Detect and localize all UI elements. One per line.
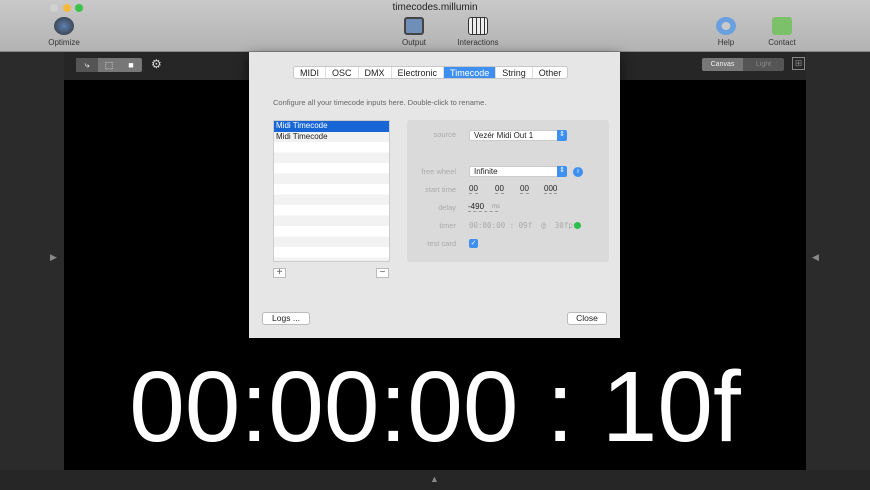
start-hours-field[interactable]: 00 — [469, 184, 478, 194]
tab-osc[interactable]: OSC — [326, 67, 359, 78]
testcard-label: test card — [427, 239, 456, 248]
output-button[interactable]: Output — [384, 17, 444, 47]
remove-input-button[interactable]: − — [376, 268, 389, 278]
tool-segment: ⤷ ⬚ ■ — [76, 58, 142, 72]
delay-label: delay — [438, 203, 456, 212]
timer-label: timer — [439, 221, 456, 230]
tab-midi[interactable]: MIDI — [294, 67, 326, 78]
tab-dmx[interactable]: DMX — [359, 67, 392, 78]
monitor-icon — [404, 17, 424, 35]
timecode-display: 00:00:00 : 10f — [129, 351, 741, 463]
help-button[interactable]: Help — [696, 17, 756, 47]
source-label: source — [433, 130, 456, 139]
expand-left-arrow-icon[interactable]: ▶ — [50, 252, 57, 263]
list-item[interactable]: Midi Timecode — [274, 132, 389, 143]
output-label: Output — [401, 38, 426, 47]
chat-icon — [772, 17, 792, 35]
interactions-button[interactable]: Interactions — [448, 17, 508, 47]
contact-label: Contact — [768, 38, 796, 47]
add-input-button[interactable]: + — [273, 268, 286, 278]
status-dot-icon — [574, 222, 581, 229]
bottom-bar: ▲ — [0, 470, 870, 490]
delay-unit: ms — [492, 204, 500, 210]
freewheel-select[interactable]: Infinite — [469, 166, 567, 177]
start-ms-field[interactable]: 000 — [544, 184, 558, 194]
tab-timecode[interactable]: Timecode — [444, 67, 497, 78]
tab-electronic[interactable]: Electronic — [392, 67, 445, 78]
description: Configure all your timecode inputs here.… — [273, 98, 487, 107]
lifebuoy-icon — [716, 17, 736, 35]
mask-tool-icon[interactable]: ■ — [120, 58, 142, 72]
start-minutes-field[interactable]: 00 — [495, 184, 504, 194]
contact-button[interactable]: Contact — [752, 17, 812, 47]
canvas-tab[interactable]: Canvas — [702, 58, 743, 71]
freewheel-label: free wheel — [421, 167, 456, 176]
canvas-light-toggle[interactable]: Canvas Light — [702, 58, 784, 71]
list-item[interactable]: Midi Timecode — [274, 121, 389, 132]
close-button[interactable]: Close — [567, 312, 607, 325]
help-label: Help — [717, 38, 735, 47]
tab-other[interactable]: Other — [533, 67, 568, 78]
right-panel: ◀ — [806, 52, 870, 470]
start-seconds-field[interactable]: 00 — [520, 184, 529, 194]
window-title: timecodes.millumin — [392, 2, 478, 13]
timecode-input-list[interactable]: Midi Timecode Midi Timecode — [273, 120, 390, 262]
optimize-label: Optimize — [48, 38, 80, 47]
source-select[interactable]: Vezér Midi Out 1 — [469, 130, 567, 141]
tab-string[interactable]: String — [496, 67, 533, 78]
logs-button[interactable]: Logs ... — [262, 312, 310, 325]
input-type-tabs: MIDI OSC DMX Electronic Timecode String … — [293, 66, 569, 79]
starttime-label: start time — [425, 185, 456, 194]
title-bar: timecodes.millumin Optimize Output Inter… — [0, 0, 870, 52]
expand-up-arrow-icon[interactable]: ▲ — [430, 474, 439, 484]
interactions-label: Interactions — [457, 38, 499, 47]
info-icon[interactable]: i — [573, 167, 583, 177]
optimize-button[interactable]: Optimize — [34, 17, 94, 47]
timer-value: 00:00:00 : 09f @ 30fps — [469, 221, 578, 230]
transform-tool-icon[interactable]: ⬚ — [98, 58, 120, 72]
left-panel: ▶ — [0, 52, 64, 470]
crop-tool-icon[interactable]: ⤷ — [76, 58, 98, 72]
expand-right-arrow-icon[interactable]: ◀ — [812, 252, 819, 263]
piano-icon — [468, 17, 488, 35]
settings-gear-icon[interactable]: ⚙ — [151, 57, 162, 71]
inputs-dialog: MIDI OSC DMX Electronic Timecode String … — [249, 52, 620, 338]
settings-panel: source Vezér Midi Out 1 free wheel Infin… — [407, 120, 609, 262]
testcard-checkbox[interactable]: ✓ — [469, 239, 478, 248]
gauge-icon — [54, 17, 74, 35]
light-tab[interactable]: Light — [743, 58, 784, 71]
layout-grid-icon[interactable]: ⊞ — [792, 57, 805, 70]
